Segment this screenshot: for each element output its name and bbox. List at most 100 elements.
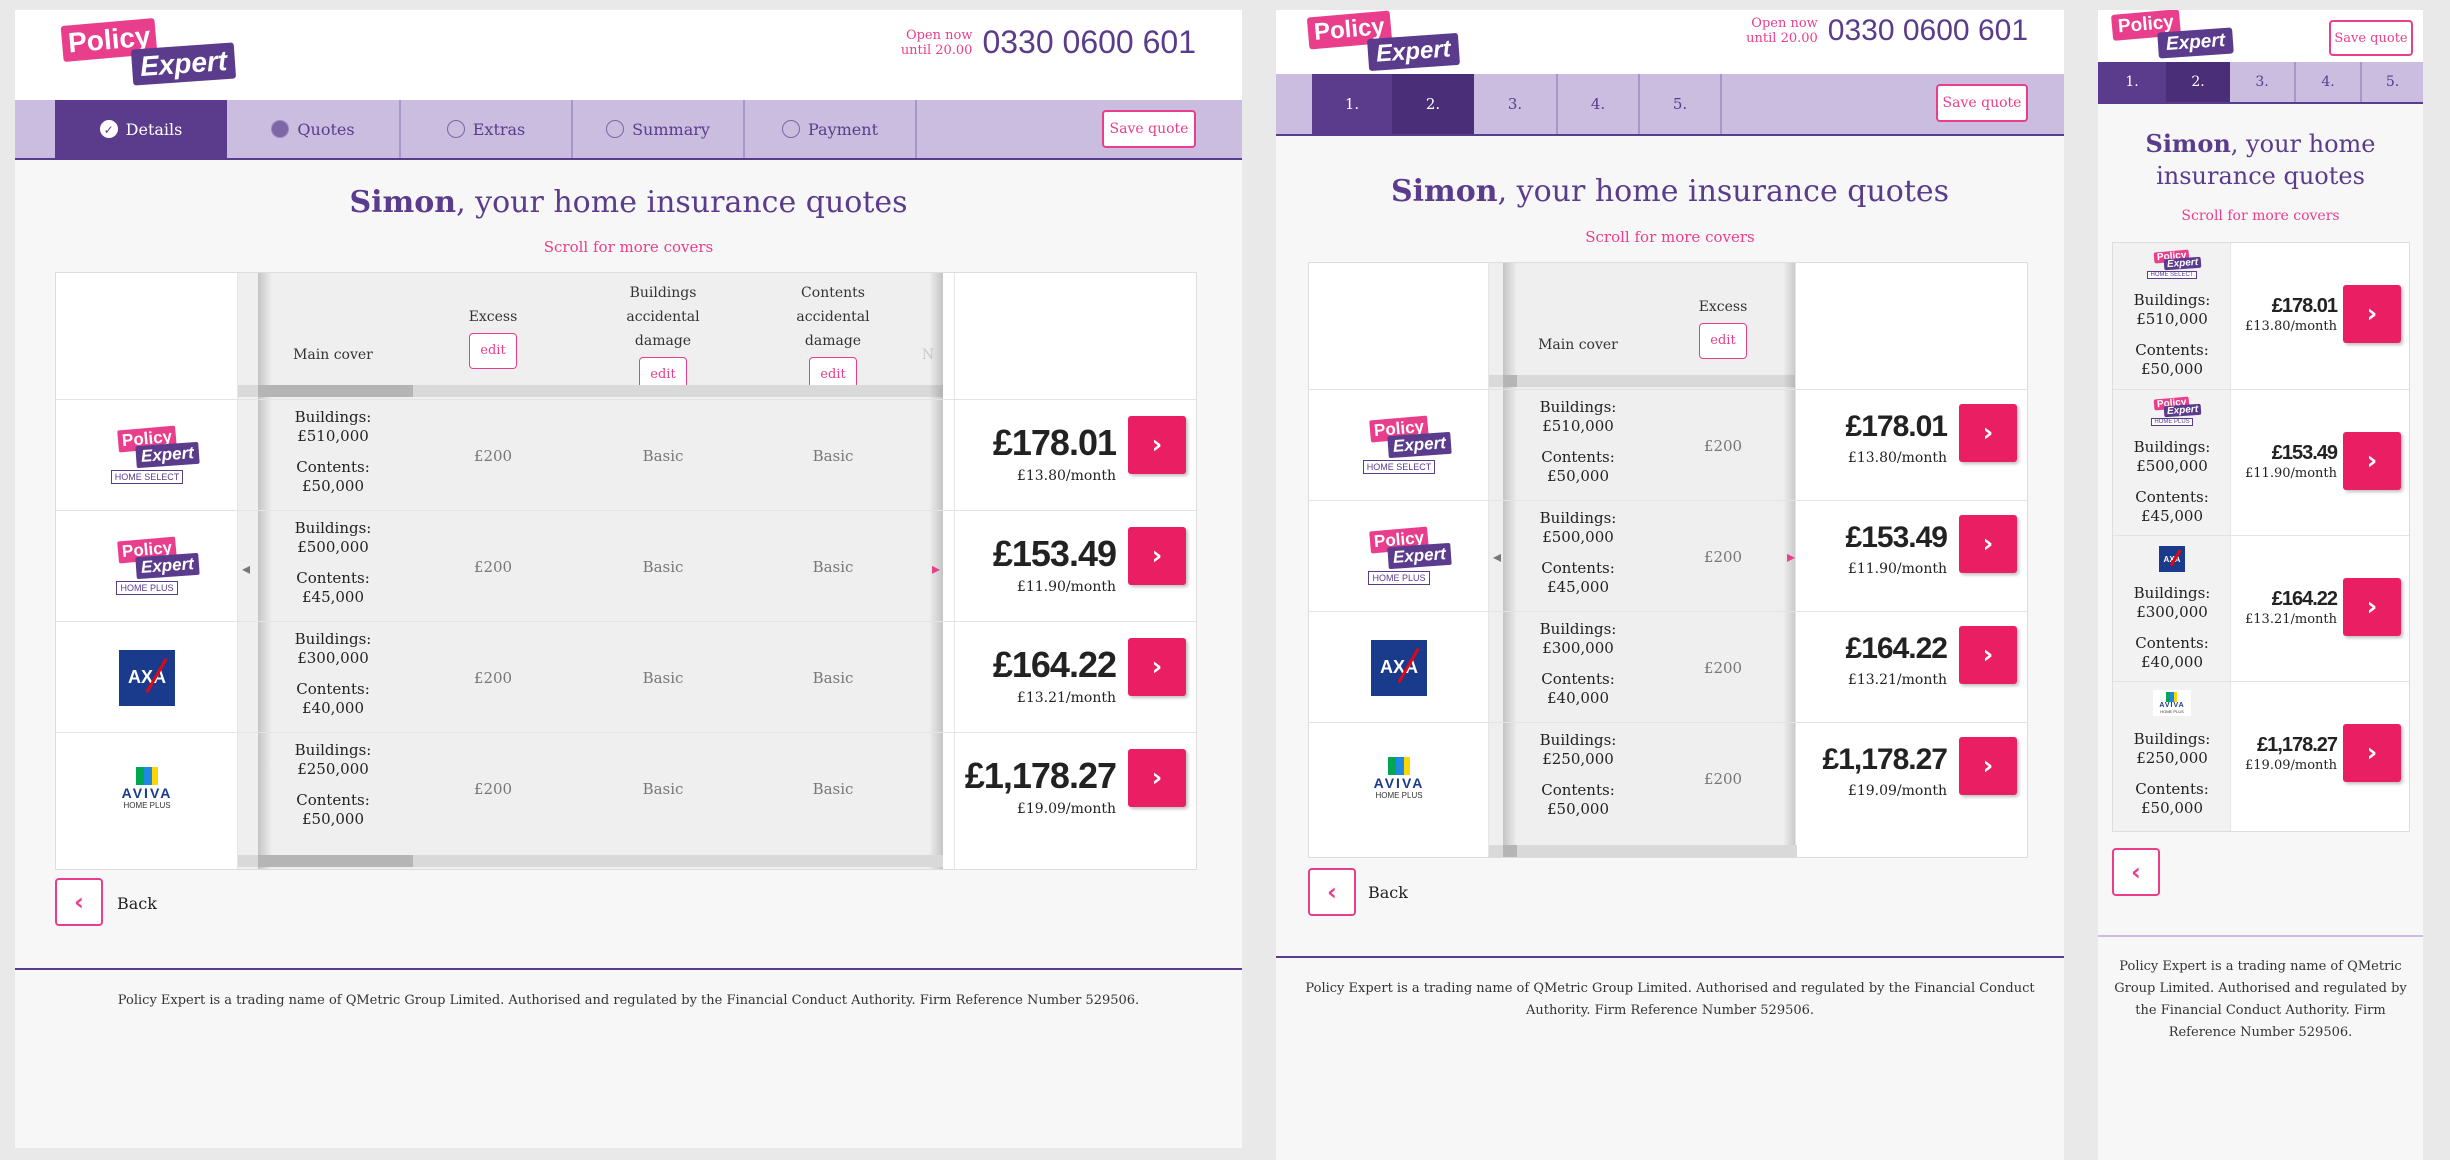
chevron-right-icon: › — [1151, 430, 1163, 460]
table-scrollbar[interactable] — [1489, 845, 1797, 857]
site-header: Policy Expert Open now until 20.00 0330 0… — [1276, 10, 2064, 74]
step-4[interactable]: 4. — [2296, 62, 2360, 102]
edit-excess-button[interactable]: edit — [469, 333, 517, 369]
excess-cell: £200 — [473, 779, 513, 798]
check-circle-icon: ✓ — [99, 120, 118, 138]
chevron-right-icon: › — [2366, 592, 2378, 622]
annual-price: £164.22 — [992, 644, 1117, 685]
step-details[interactable]: ✓ Details — [55, 100, 227, 158]
edit-excess-button[interactable]: edit — [1699, 323, 1747, 359]
main-cover-cell: Buildings: £250,000 Contents: £50,000 — [294, 741, 372, 828]
save-quote-button[interactable]: Save quote — [2329, 20, 2413, 56]
main-cover-cell: Buildings: £510,000 Contents: £50,000 — [294, 408, 372, 495]
step-1[interactable]: 1. — [2098, 62, 2166, 102]
main-cover-cell: Buildings: £510,000 Contents: £50,000 — [2133, 291, 2211, 378]
annual-price: £153.49 — [2271, 442, 2338, 464]
chevron-left-icon: ‹ — [1327, 878, 1337, 906]
step-3[interactable]: 3. — [2230, 62, 2294, 102]
select-quote-button[interactable]: › — [1128, 638, 1186, 696]
quote-row: Policy Expert HOME SELECT Buildings: £510,0… — [56, 399, 1196, 510]
footer-divider — [2098, 935, 2423, 937]
annual-price: £164.22 — [2271, 588, 2338, 610]
step-2[interactable]: 2. — [1392, 74, 1474, 134]
main-cover-cell: Buildings: £500,000 Contents: £45,000 — [294, 519, 372, 606]
contents-ad-cell: Basic — [812, 668, 854, 687]
footer-divider — [1276, 956, 2064, 958]
main-cover-cell: Buildings: £510,000 Contents: £50,000 — [1539, 398, 1617, 485]
select-quote-button[interactable]: › — [2343, 578, 2401, 636]
back-button[interactable]: ‹ — [2112, 848, 2160, 896]
main-cover-cell: Buildings: £300,000 Contents: £40,000 — [2133, 584, 2211, 671]
monthly-price: £13.80/month — [1847, 450, 1947, 466]
step-5[interactable]: 5. — [1640, 74, 1720, 134]
chevron-right-icon: › — [1982, 529, 1994, 559]
main-cover-cell: Buildings: £250,000 Contents: £50,000 — [2133, 730, 2211, 817]
select-quote-button[interactable]: › — [1959, 737, 2017, 795]
excess-cell: £200 — [473, 557, 513, 576]
step-summary[interactable]: Summary — [573, 100, 743, 158]
select-quote-button[interactable]: › — [1959, 626, 2017, 684]
back-button[interactable]: ‹ — [1308, 868, 1356, 916]
quotes-table: Main cover Excess edit Buildings accident… — [55, 272, 1197, 870]
monthly-price: £13.21/month — [1016, 690, 1116, 706]
monthly-price: £13.80/month — [2245, 319, 2337, 334]
monthly-price: £13.21/month — [2245, 612, 2337, 627]
policy-expert-logo[interactable]: Policy Expert — [1306, 10, 1460, 72]
step-2[interactable]: 2. — [2166, 62, 2230, 102]
quotes-table: Main cover Excess edit ◂ ▸ Policy Expert HO… — [1308, 262, 2028, 858]
chevron-left-icon: ‹ — [2131, 858, 2141, 886]
select-quote-button[interactable]: › — [1128, 416, 1186, 474]
buildings-ad-cell: Basic — [642, 557, 684, 576]
step-payment[interactable]: Payment — [745, 100, 915, 158]
axa-logo: AXA — [1309, 612, 1489, 723]
back-button[interactable]: ‹ — [55, 878, 103, 926]
mobile-view: Policy Expert Save quote 1. 2. 3. 4. 5. … — [2098, 10, 2423, 1160]
phone-number[interactable]: 0330 0600 601 — [1828, 14, 2028, 48]
back-label[interactable]: Back — [1368, 883, 1408, 902]
step-quotes[interactable]: Quotes — [227, 100, 399, 158]
table-scrollbar[interactable] — [238, 855, 943, 867]
select-quote-button[interactable]: › — [1128, 527, 1186, 585]
select-quote-button[interactable]: › — [2343, 432, 2401, 490]
aviva-logo: AVIVA HOME PLUS — [2113, 690, 2231, 716]
save-quote-button[interactable]: Save quote — [1936, 84, 2028, 122]
phone-block: Open now until 20.00 0330 0600 601 — [1746, 14, 2028, 48]
main-cover-cell: Buildings: £500,000 Contents: £45,000 — [2133, 438, 2211, 525]
select-quote-button[interactable]: › — [1128, 749, 1186, 807]
policy-expert-home-select-logo: Policy Expert HOME SELECT — [56, 400, 238, 511]
quote-row: AXA Buildings: £300,000 Contents: £40,000 £… — [2113, 535, 2409, 681]
step-4[interactable]: 4. — [1558, 74, 1638, 134]
save-quote-button[interactable]: Save quote — [1102, 110, 1196, 148]
column-header-scrollbar[interactable] — [238, 385, 943, 397]
policy-expert-home-select-logo: Policy Expert HOME SELECT — [2113, 249, 2231, 279]
annual-price: £164.22 — [1845, 632, 1948, 665]
select-quote-button[interactable]: › — [1959, 404, 2017, 462]
scroll-hint: Scroll for more covers — [1585, 228, 1755, 246]
back-label[interactable]: Back — [117, 894, 157, 913]
buildings-ad-cell: Basic — [642, 446, 684, 465]
step-3[interactable]: 3. — [1474, 74, 1556, 134]
col-main-cover: Main cover — [293, 347, 373, 363]
logo-text-expert: Expert — [2157, 27, 2234, 59]
page-title: Simon, your home insurance quotes — [2145, 129, 2376, 190]
policy-expert-logo[interactable]: Policy Expert — [2110, 10, 2234, 59]
policy-expert-logo[interactable]: Policy Expert — [60, 17, 237, 86]
site-header: Policy Expert Open now until 20.00 0330 0… — [15, 10, 1242, 100]
step-5[interactable]: 5. — [2362, 62, 2423, 102]
column-header-scrollbar[interactable] — [1489, 375, 1797, 387]
chevron-right-icon: › — [1982, 751, 1994, 781]
chevron-right-icon: › — [2366, 738, 2378, 768]
policy-expert-home-select-logo: Policy Expert HOME SELECT — [1309, 390, 1489, 501]
contents-ad-cell: Basic — [812, 446, 854, 465]
progress-nav: ✓ Details Quotes Extras Summary Payment S… — [15, 100, 1242, 160]
select-quote-button[interactable]: › — [1959, 515, 2017, 573]
step-1[interactable]: 1. — [1312, 74, 1392, 134]
chevron-right-icon: › — [1151, 541, 1163, 571]
select-quote-button[interactable]: › — [2343, 285, 2401, 343]
col-contents-ad: Contents accidental damage edit — [748, 281, 918, 393]
phone-number[interactable]: 0330 0600 601 — [982, 24, 1196, 61]
main-cover-cell: Buildings: £300,000 Contents: £40,000 — [1539, 620, 1617, 707]
monthly-price: £13.21/month — [1847, 672, 1947, 688]
select-quote-button[interactable]: › — [2343, 724, 2401, 782]
step-extras[interactable]: Extras — [401, 100, 571, 158]
